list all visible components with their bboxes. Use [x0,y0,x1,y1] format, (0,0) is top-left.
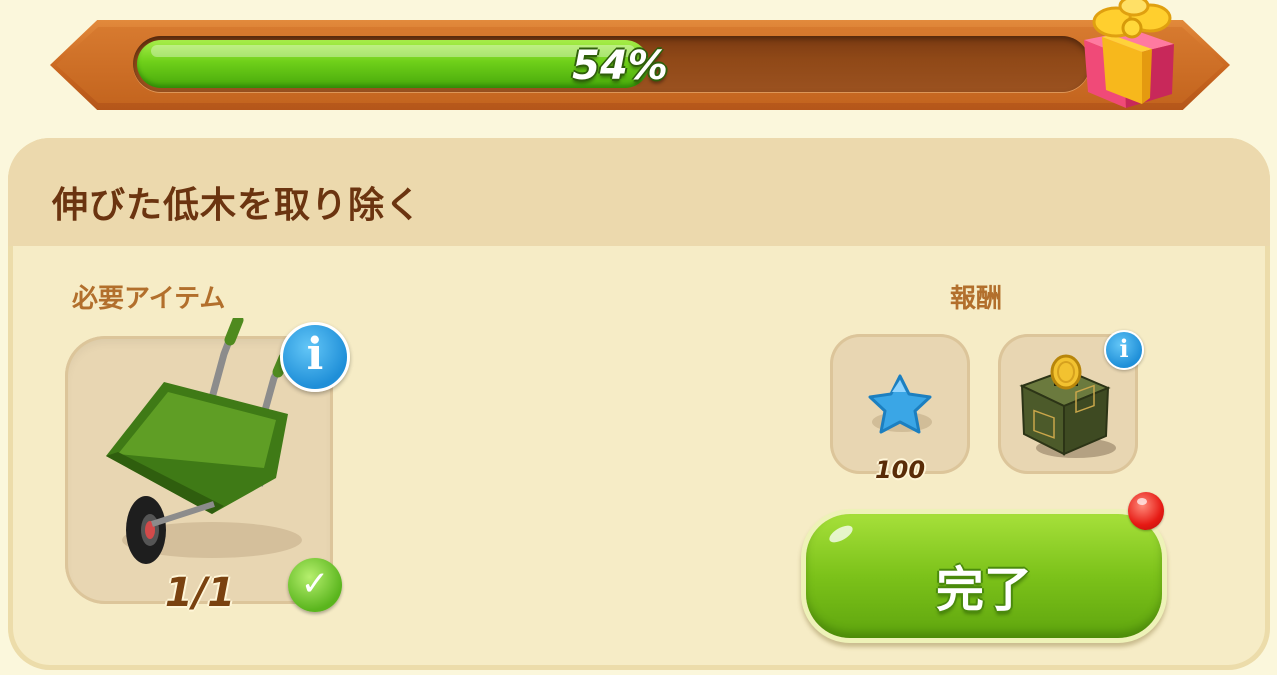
reward-info-icon[interactable]: i [1104,330,1144,370]
rewards-label: 報酬 [950,284,1003,314]
quest-title: 伸びた低木を取り除く [52,185,423,226]
quest-screen: 54% 伸びた低木を取り除く 必要アイテム i 1/1 ✓ 報酬 100 i 完… [0,0,1277,675]
gift-box-icon[interactable] [1072,0,1190,118]
notification-dot [1128,492,1164,530]
required-items-label: 必要アイテム [72,284,226,314]
item-info-icon[interactable]: i [280,322,350,392]
blue-star-icon [868,374,932,434]
progress-percent: 54% [572,43,668,89]
check-icon: ✓ [288,558,342,612]
complete-button[interactable]: 完了 [806,514,1162,638]
reward-star-amount: 100 [874,456,926,484]
coin-box-icon [1019,354,1116,458]
required-item-count: 1/1 [164,570,236,616]
complete-button-label: 完了 [935,562,1032,618]
